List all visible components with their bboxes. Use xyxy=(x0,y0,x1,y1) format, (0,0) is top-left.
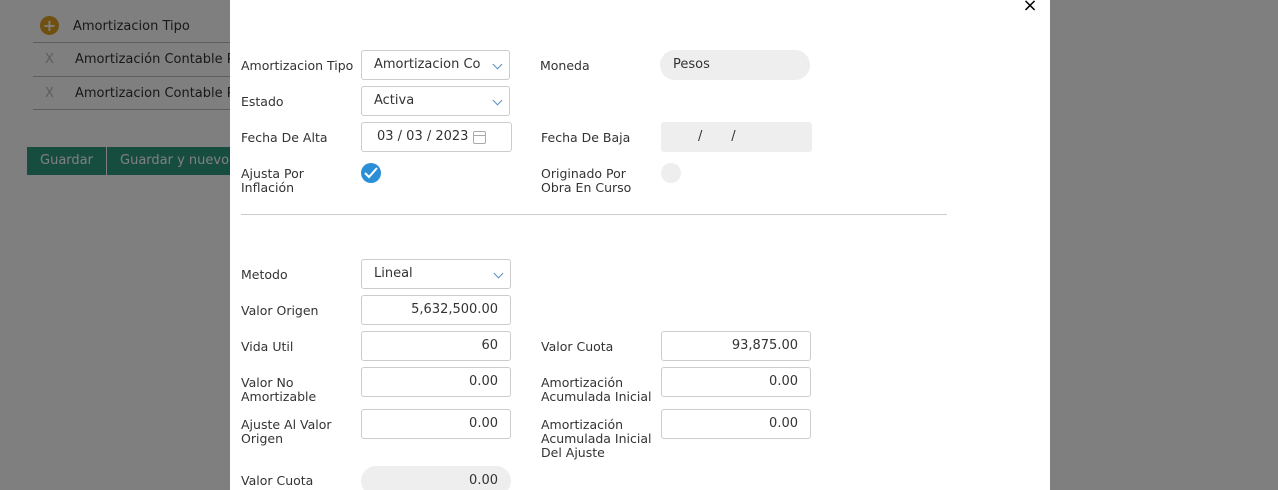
ajuste-valor-origen-input[interactable]: 0.00 xyxy=(361,409,511,439)
valor-origen-label: Valor Origen xyxy=(241,303,319,318)
amort-acum-inicial-ajuste-label: Amortización Acumulada Inicial Del Ajust… xyxy=(541,417,652,460)
valor-cuota-2-field: 0.00 xyxy=(361,466,511,490)
valor-no-amortizable-label: Valor No Amortizable xyxy=(241,375,317,404)
modal-dialog: × Amortizacion Tipo Amortizacion Co Mone… xyxy=(230,0,1050,490)
metodo-label: Metodo xyxy=(241,267,288,282)
estado-select[interactable]: Activa xyxy=(361,86,510,116)
fecha-alta-input[interactable]: 03 / 03 / 2023 xyxy=(361,122,512,152)
fecha-baja-input: / / xyxy=(661,122,812,152)
moneda-label: Moneda xyxy=(540,58,590,73)
amort-acum-inicial-input[interactable]: 0.00 xyxy=(661,367,811,397)
check-icon xyxy=(364,167,378,179)
amort-acum-inicial-ajuste-input[interactable]: 0.00 xyxy=(661,409,811,439)
estado-label: Estado xyxy=(241,94,284,109)
section-divider xyxy=(241,214,947,215)
chevron-down-icon xyxy=(493,268,504,279)
amortizacion-tipo-select[interactable]: Amortizacion Co xyxy=(361,50,510,80)
obra-en-curso-label: Originado Por Obra En Curso xyxy=(541,166,632,195)
chevron-down-icon xyxy=(492,59,503,70)
metodo-select[interactable]: Lineal xyxy=(361,259,511,289)
ajusta-inflacion-label: Ajusta Por Inflación xyxy=(241,166,304,195)
calendar-icon[interactable] xyxy=(473,131,486,144)
fecha-baja-label: Fecha De Baja xyxy=(541,130,631,145)
valor-cuota-input[interactable]: 93,875.00 xyxy=(661,331,811,361)
fecha-alta-label: Fecha De Alta xyxy=(241,130,328,145)
moneda-field: Pesos xyxy=(660,50,810,80)
amort-acum-inicial-label: Amortización Acumulada Inicial xyxy=(541,375,652,404)
vida-util-label: Vida Util xyxy=(241,339,294,354)
chevron-down-icon xyxy=(492,95,503,106)
valor-origen-input[interactable]: 5,632,500.00 xyxy=(361,295,511,325)
amortizacion-tipo-label: Amortizacion Tipo xyxy=(241,58,354,73)
valor-cuota-label: Valor Cuota xyxy=(541,339,614,354)
vida-util-input[interactable]: 60 xyxy=(361,331,511,361)
close-icon[interactable]: × xyxy=(1020,0,1040,18)
obra-en-curso-checkbox[interactable] xyxy=(661,163,681,183)
ajuste-valor-origen-label: Ajuste Al Valor Origen xyxy=(241,417,332,446)
valor-cuota-2-label: Valor Cuota xyxy=(241,473,314,488)
valor-no-amortizable-input[interactable]: 0.00 xyxy=(361,367,511,397)
ajusta-inflacion-checkbox[interactable] xyxy=(361,163,381,183)
